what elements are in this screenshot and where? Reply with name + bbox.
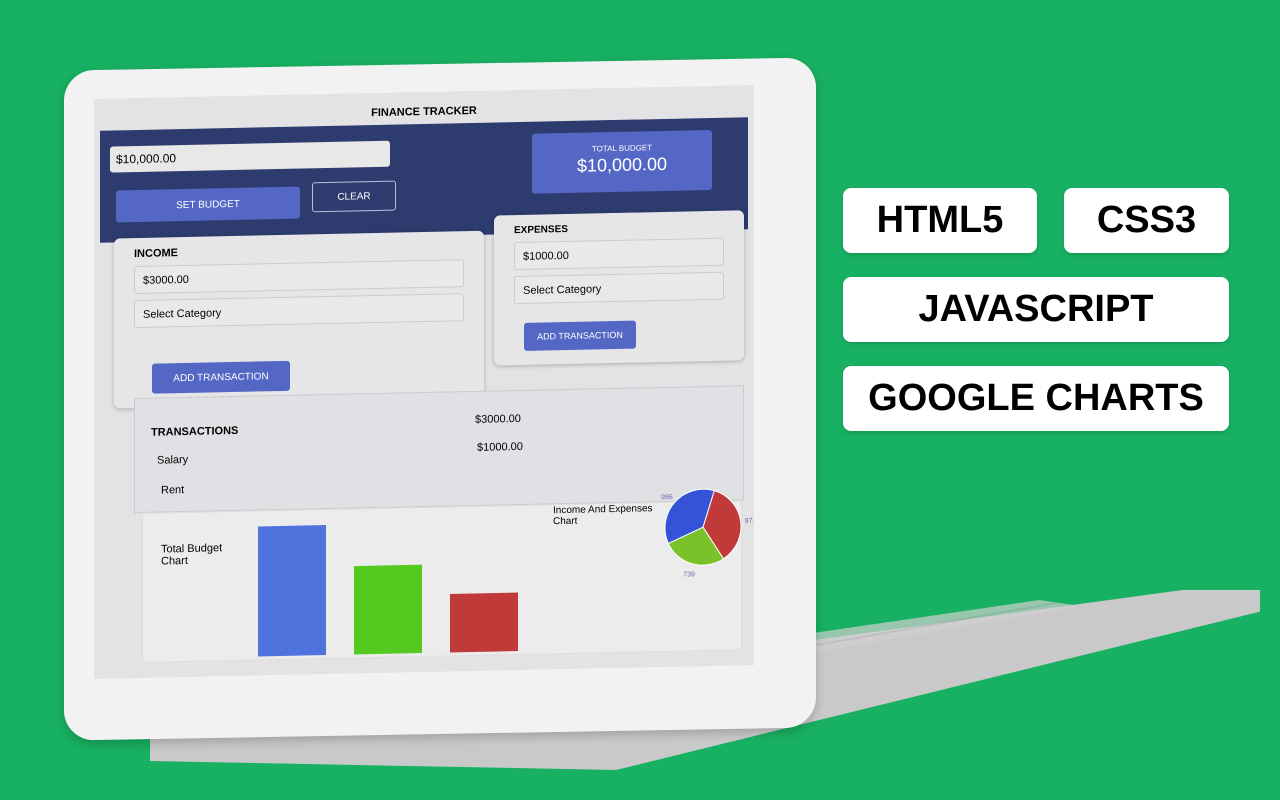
expenses-amount-input[interactable]: $1000.00 bbox=[514, 237, 724, 271]
bar bbox=[450, 592, 518, 653]
bar-chart-title: Total Budget Chart bbox=[161, 542, 223, 568]
expenses-card: EXPENSES $1000.00 Select Category ADD TR… bbox=[494, 210, 744, 366]
transaction-name: Salary bbox=[157, 453, 189, 467]
total-budget-card: TOTAL BUDGET $10,000.00 bbox=[532, 129, 712, 194]
expenses-heading: EXPENSES bbox=[514, 223, 568, 237]
charts-panel: Total Budget Chart Income And Expenses C… bbox=[142, 488, 753, 663]
income-heading: INCOME bbox=[134, 247, 178, 261]
transaction-amount: $1000.00 bbox=[477, 440, 523, 454]
income-amount-input[interactable]: $3000.00 bbox=[134, 259, 464, 295]
pie-label: 978 bbox=[745, 518, 753, 525]
set-budget-button[interactable]: SET BUDGET bbox=[116, 186, 300, 223]
income-card: INCOME $3000.00 Select Category ADD TRAN… bbox=[114, 230, 484, 409]
total-budget-value: $10,000.00 bbox=[576, 153, 668, 176]
bar-chart bbox=[258, 525, 518, 657]
bar bbox=[354, 564, 422, 655]
bar bbox=[258, 525, 326, 657]
badge-html5: HTML5 bbox=[843, 188, 1037, 253]
expenses-category-select[interactable]: Select Category bbox=[514, 271, 724, 305]
budget-input[interactable]: $10,000.00 bbox=[110, 140, 390, 173]
pie-label: 739 bbox=[683, 571, 695, 578]
pie-chart: 978 739 986 bbox=[661, 488, 753, 579]
transactions-heading: TRANSACTIONS bbox=[151, 424, 239, 439]
clear-button[interactable]: CLEAR bbox=[312, 180, 396, 213]
badge-css3: CSS3 bbox=[1064, 188, 1229, 253]
app-screen: FINANCE TRACKER $10,000.00 SET BUDGET CL… bbox=[94, 85, 754, 679]
income-category-select[interactable]: Select Category bbox=[134, 293, 464, 329]
expenses-add-button[interactable]: ADD TRANSACTION bbox=[524, 320, 636, 351]
badge-google-charts: GOOGLE CHARTS bbox=[843, 366, 1229, 431]
transaction-name: Rent bbox=[161, 484, 185, 497]
badge-javascript: JAVASCRIPT bbox=[843, 277, 1229, 342]
income-add-button[interactable]: ADD TRANSACTION bbox=[152, 360, 290, 394]
pie-label: 986 bbox=[661, 494, 673, 501]
transaction-amount: $3000.00 bbox=[475, 412, 521, 426]
